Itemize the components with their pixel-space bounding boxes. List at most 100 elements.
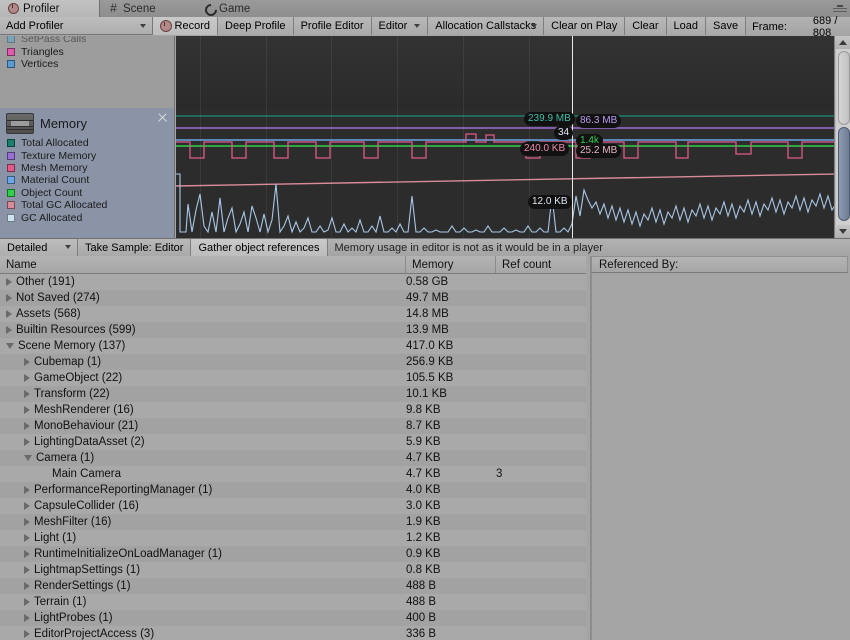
table-cell-memory: 49.7 MB	[406, 292, 449, 304]
triangle-closed-icon[interactable]	[24, 582, 30, 590]
triangle-closed-icon[interactable]	[24, 614, 30, 622]
triangle-closed-icon[interactable]	[24, 422, 30, 430]
table-row[interactable]: CapsuleCollider (16) 3.0 KB	[0, 498, 586, 514]
gather-object-references-toggle[interactable]: Gather object references	[191, 239, 328, 256]
triangle-closed-icon[interactable]	[24, 438, 30, 446]
memory-chart[interactable]: Memory Total Allocated Texture Memory Me…	[0, 108, 850, 238]
tab-game-label: Game	[219, 2, 251, 15]
table-row[interactable]: LightmapSettings (1) 0.8 KB	[0, 562, 586, 578]
charts-vertical-scrollbar[interactable]	[834, 36, 850, 238]
scroll-up-arrow-icon[interactable]	[835, 36, 850, 49]
scrollbar-thumb[interactable]	[838, 127, 850, 221]
column-header-refcount[interactable]: Ref count	[496, 256, 586, 273]
table-row-label: EditorProjectAccess (3)	[34, 628, 155, 640]
table-cell-memory: 5.9 KB	[406, 436, 441, 448]
table-row[interactable]: RenderSettings (1) 488 B	[0, 578, 586, 594]
table-cell-name: Assets (568)	[0, 308, 406, 320]
clear-on-play-button[interactable]: Clear on Play	[544, 17, 626, 35]
triangle-closed-icon[interactable]	[6, 278, 12, 286]
column-header-name[interactable]: Name	[0, 256, 406, 273]
tab-profiler[interactable]: Profiler	[0, 0, 100, 17]
table-row[interactable]: Main Camera 4.7 KB 3	[0, 466, 586, 482]
triangle-closed-icon[interactable]	[24, 358, 30, 366]
triangle-closed-icon[interactable]	[24, 598, 30, 606]
triangle-closed-icon[interactable]	[6, 310, 12, 318]
take-sample-button[interactable]: Take Sample: Editor	[78, 239, 192, 256]
close-icon[interactable]	[157, 112, 168, 123]
rendering-chart-plot[interactable]	[176, 36, 834, 108]
add-profiler-dropdown[interactable]: Add Profiler	[0, 17, 153, 35]
column-header-memory[interactable]: Memory	[406, 256, 496, 273]
triangle-closed-icon[interactable]	[24, 502, 30, 510]
allocation-callstacks-dropdown[interactable]: Allocation Callstacks	[428, 17, 545, 35]
tab-game[interactable]: Game	[196, 0, 284, 17]
table-cell-memory: 488 B	[406, 580, 437, 592]
table-row[interactable]: EditorProjectAccess (3) 336 B	[0, 626, 586, 640]
table-row[interactable]: RuntimeInitializeOnLoadManager (1) 0.9 KB	[0, 546, 586, 562]
triangle-closed-icon[interactable]	[24, 566, 30, 574]
table-row[interactable]: Camera (1) 4.7 KB	[0, 450, 586, 466]
table-row[interactable]: Other (191) 0.58 GB	[0, 274, 586, 290]
table-row[interactable]: LightingDataAsset (2) 5.9 KB	[0, 434, 586, 450]
scroll-down-arrow-icon[interactable]	[835, 225, 850, 238]
load-button[interactable]: Load	[666, 17, 706, 35]
allocation-callstacks-label: Allocation Callstacks	[435, 20, 537, 32]
triangle-closed-icon[interactable]	[24, 630, 30, 638]
table-row[interactable]: Transform (22) 10.1 KB	[0, 386, 586, 402]
clear-button[interactable]: Clear	[625, 17, 667, 35]
legend-item-vertices[interactable]: Vertices	[4, 58, 174, 70]
scrollbar-thumb-upper[interactable]	[838, 51, 850, 125]
table-row[interactable]: Cubemap (1) 256.9 KB	[0, 354, 586, 370]
window-menu-icon[interactable]	[833, 3, 847, 13]
legend-swatch	[7, 47, 15, 56]
triangle-open-icon[interactable]	[24, 455, 32, 461]
legend-item-material-count[interactable]: Material Count	[4, 174, 174, 186]
triangle-closed-icon[interactable]	[24, 518, 30, 526]
legend-item-total-gc-allocated[interactable]: Total GC Allocated	[4, 199, 174, 211]
referenced-by-body[interactable]	[591, 273, 848, 640]
table-row[interactable]: MonoBehaviour (21) 8.7 KB	[0, 418, 586, 434]
profile-editor-button[interactable]: Profile Editor	[293, 17, 372, 35]
gather-refs-label: Gather object references	[198, 241, 320, 254]
triangle-closed-icon[interactable]	[6, 294, 12, 302]
save-button[interactable]: Save	[706, 17, 747, 35]
table-row[interactable]: MeshRenderer (16) 9.8 KB	[0, 402, 586, 418]
memory-usage-note-text: Memory usage in editor is not as it woul…	[334, 242, 603, 254]
table-row[interactable]: Terrain (1) 488 B	[0, 594, 586, 610]
legend-item-mesh-memory[interactable]: Mesh Memory	[4, 162, 174, 174]
table-row[interactable]: PerformanceReportingManager (1) 4.0 KB	[0, 482, 586, 498]
triangle-closed-icon[interactable]	[24, 374, 30, 382]
triangle-closed-icon[interactable]	[24, 534, 30, 542]
table-row[interactable]: MeshFilter (16) 1.9 KB	[0, 514, 586, 530]
legend-item-total-allocated[interactable]: Total Allocated	[4, 137, 174, 149]
table-row[interactable]: LightProbes (1) 400 B	[0, 610, 586, 626]
triangle-closed-icon[interactable]	[24, 550, 30, 558]
triangle-closed-icon[interactable]	[24, 390, 30, 398]
editor-dropdown[interactable]: Editor	[371, 17, 429, 35]
memory-chart-plot[interactable]: 239.9 MB 86.3 MB 34 1.4k 240.0 KB 25.2 M…	[176, 108, 834, 238]
legend-swatch	[7, 176, 15, 185]
detail-mode-dropdown[interactable]: Detailed	[0, 239, 78, 256]
deep-profile-button[interactable]: Deep Profile	[218, 17, 294, 35]
record-button[interactable]: Record	[152, 17, 219, 35]
table-row-label: Camera (1)	[36, 452, 95, 464]
table-row[interactable]: Builtin Resources (599) 13.9 MB	[0, 322, 586, 338]
legend-item-gc-allocated[interactable]: GC Allocated	[4, 211, 174, 224]
scrollbar-track[interactable]	[836, 49, 850, 225]
rendering-chart[interactable]: SetPass Calls Triangles Vertices	[0, 36, 850, 108]
legend-item-object-count[interactable]: Object Count	[4, 187, 174, 199]
legend-item-setpass-calls[interactable]: SetPass Calls	[4, 36, 174, 45]
legend-item-texture-memory[interactable]: Texture Memory	[4, 149, 174, 162]
table-row[interactable]: Not Saved (274) 49.7 MB	[0, 290, 586, 306]
table-row[interactable]: Scene Memory (137) 417.0 KB	[0, 338, 586, 354]
table-cell-memory: 256.9 KB	[406, 356, 454, 368]
table-row[interactable]: Light (1) 1.2 KB	[0, 530, 586, 546]
triangle-closed-icon[interactable]	[6, 326, 12, 334]
legend-item-triangles[interactable]: Triangles	[4, 45, 174, 58]
table-row[interactable]: GameObject (22) 105.5 KB	[0, 370, 586, 386]
tab-scene[interactable]: # Scene	[100, 0, 188, 17]
triangle-closed-icon[interactable]	[24, 406, 30, 414]
triangle-closed-icon[interactable]	[24, 486, 30, 494]
triangle-open-icon[interactable]	[6, 343, 14, 349]
table-row[interactable]: Assets (568) 14.8 MB	[0, 306, 586, 322]
